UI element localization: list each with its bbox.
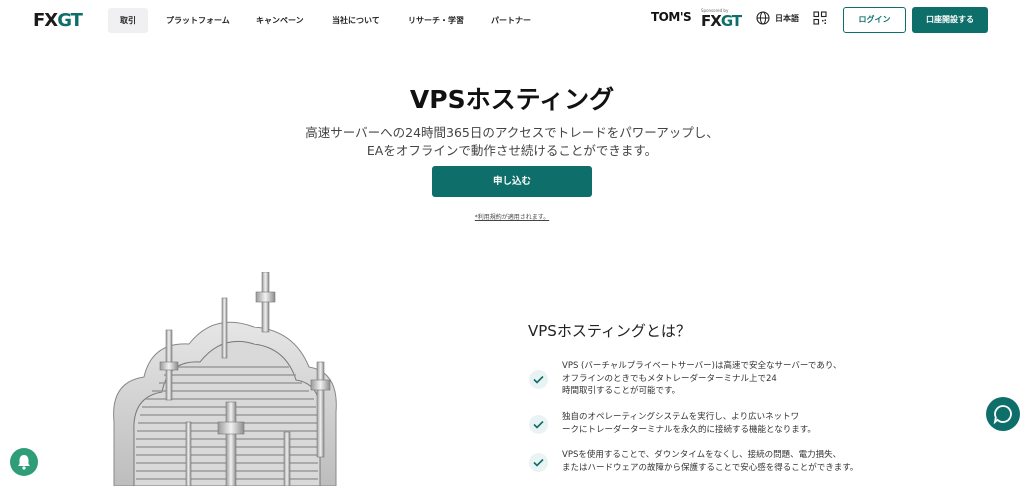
terms-link[interactable]: *利用規約が適用されます。 [0,212,1024,221]
top-navigation: FXGT 取引 プラットフォーム キャンペーン 当社について リサーチ・学習 パ… [0,0,1024,40]
feature-1-line-2: オフラインのときでもメタトレーダーターミナル上で24 [562,373,777,384]
feature-1-line-3: 時間取引することが可能です。 [562,386,681,396]
apply-button[interactable]: 申し込む [432,166,592,197]
nav-item-trading[interactable]: 取引 [108,8,148,33]
nav-item-research[interactable]: リサーチ・学習 [396,8,476,33]
logo-fx-text: FX [33,10,58,31]
partner-fxgt-logo: FXGT [701,12,742,30]
nav-item-about[interactable]: 当社について [320,8,392,33]
hero-subtitle-line2: EAをオフラインで動作させ続けることができます。 [366,143,658,158]
feature-3-line-1: VPSを使用することで、ダウンタイムをなくし、接続の問題、電力損失、 [562,450,842,460]
globe-icon[interactable] [756,11,770,25]
nav-item-platform[interactable]: プラットフォーム [154,8,242,33]
chat-button[interactable] [986,397,1020,431]
login-button[interactable]: ログイン [843,7,906,33]
partner-gt-text: GT [720,12,742,30]
check-icon [529,415,548,434]
qr-code-icon[interactable] [813,11,827,25]
notification-button[interactable] [10,448,38,476]
server-cloud-illustration [113,272,337,486]
feature-1-line-1: VPS (バーチャルプライベートサーバー)は高速で安全なサーバーであり、 [562,361,842,371]
logo-gt-text: GT [57,10,83,31]
language-selector[interactable]: 日本語 [775,13,799,24]
feature-3-line-2: またはハードウェアの故障から保護することで安心感を得ることができます。 [562,462,859,473]
nav-item-campaign[interactable]: キャンペーン [244,8,316,33]
toms-logo[interactable]: TOM'S [651,10,692,24]
feature-text-1: VPS (バーチャルプライベートサーバー)は高速で安全なサーバーであり、 オフラ… [562,360,841,398]
feature-text-3: VPSを使用することで、ダウンタイムをなくし、接続の問題、電力損失、 またはハー… [562,449,858,474]
feature-2-line-2: ークにトレーダーターミナルを永久的に接続する機能となります。 [562,424,816,435]
open-account-button[interactable]: 口座開設する [912,7,988,33]
bell-icon [18,455,30,470]
chat-icon [993,405,1012,425]
feature-text-2: 独自のオペレーティングシステムを実行し、より広いネットワ ークにトレーダーターミ… [562,411,816,436]
fxgt-logo[interactable]: FXGT [33,10,83,31]
check-icon [529,370,548,389]
page-title: VPSホスティング [409,85,615,114]
section-title: VPSホスティングとは？ [528,322,691,340]
check-icon [529,453,548,472]
feature-2-line-1: 独自のオペレーティングシステムを実行し、より広いネットワ [562,412,800,422]
partner-fx-text: FX [701,12,722,30]
hero-subtitle-line1: 高速サーバーへの24時間365日のアクセスでトレードをパワーアップし、 [305,125,719,140]
nav-item-partner[interactable]: パートナー [479,8,543,33]
